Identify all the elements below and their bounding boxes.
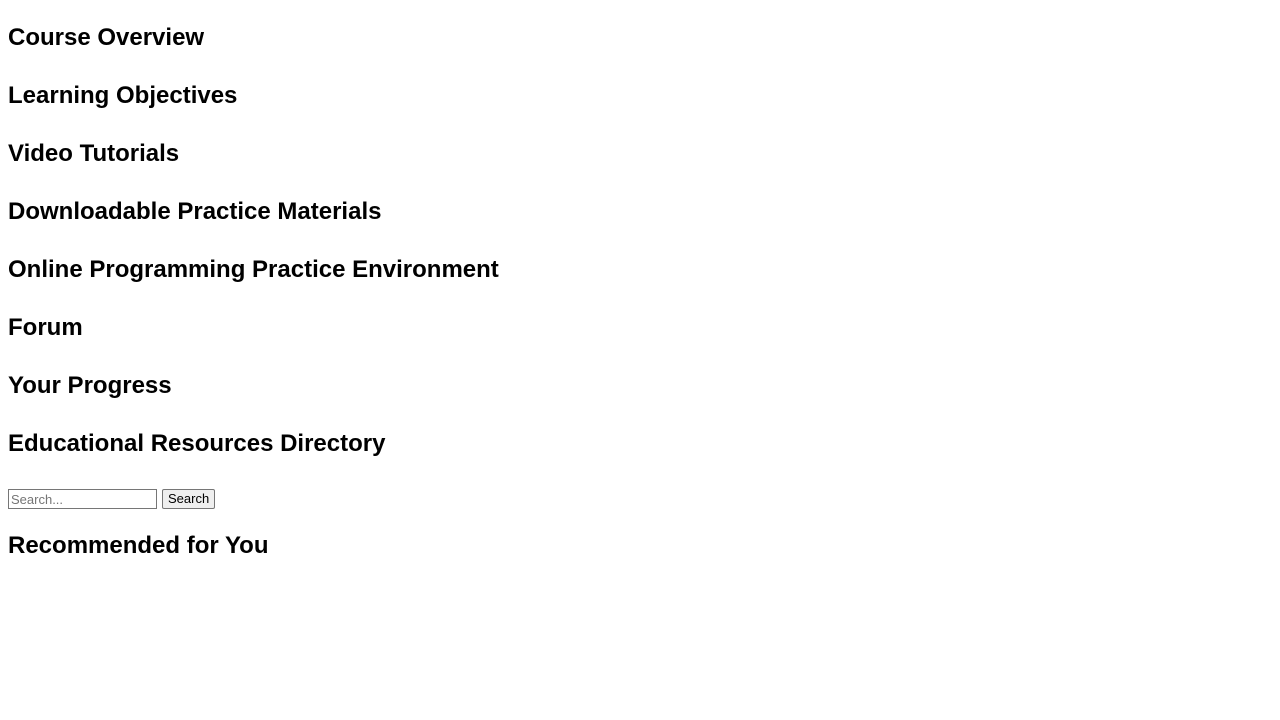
- search-input[interactable]: [8, 489, 157, 509]
- course-overview-heading: Course Overview: [8, 24, 205, 51]
- your-progress-heading: Your Progress: [8, 372, 172, 399]
- resources-directory-heading: Educational Resources Directory: [8, 430, 386, 457]
- online-environment-heading: Online Programming Practice Environment: [8, 256, 499, 283]
- search-button[interactable]: Search: [162, 489, 216, 509]
- downloadable-materials-heading: Downloadable Practice Materials: [8, 198, 382, 225]
- search-form: Search: [8, 488, 1272, 510]
- video-tutorials-heading: Video Tutorials: [8, 140, 180, 167]
- page-content: Course Overview Learning Objectives Vide…: [0, 0, 1280, 560]
- forum-heading: Forum: [8, 314, 83, 341]
- recommended-heading: Recommended for You: [8, 532, 269, 559]
- learning-objectives-heading: Learning Objectives: [8, 82, 238, 109]
